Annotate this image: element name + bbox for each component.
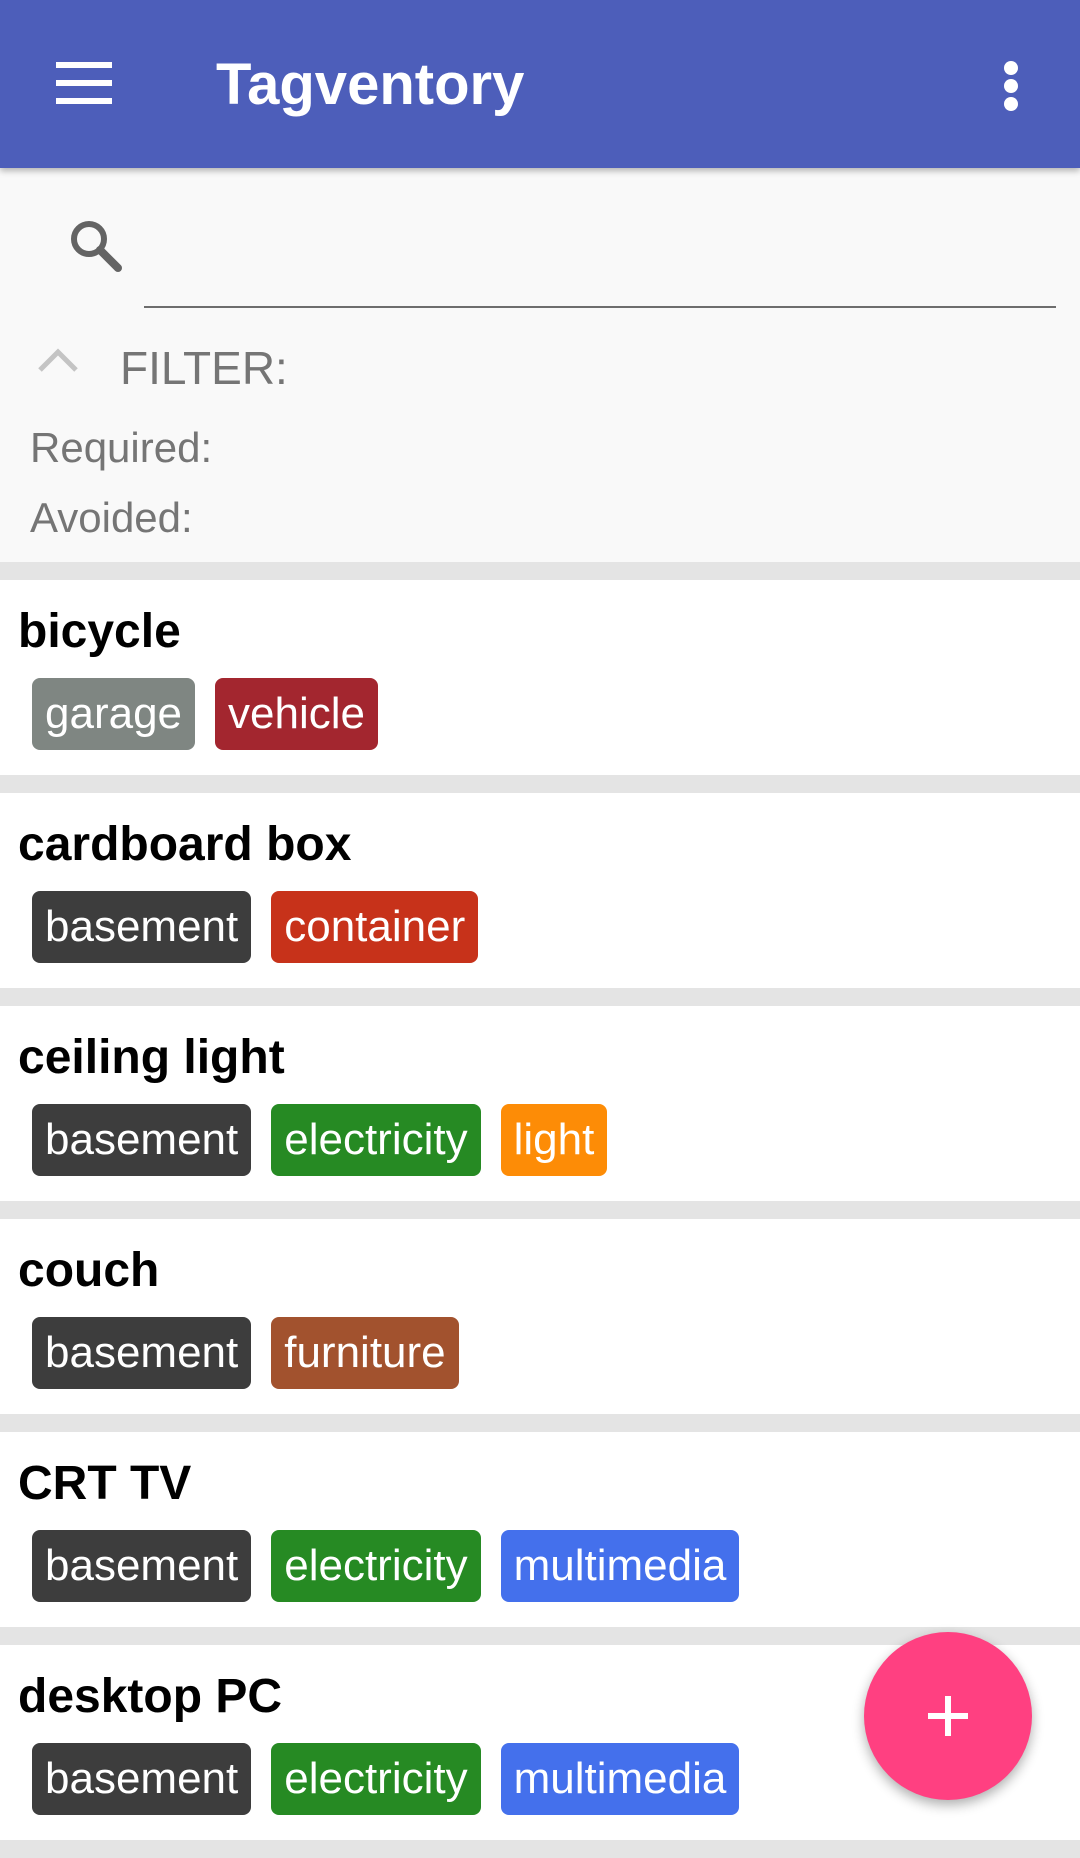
search-filter-panel: FILTER: Required: Avoided:: [0, 168, 1080, 562]
item-name: cardboard box: [18, 818, 352, 871]
tag-chip[interactable]: multimedia: [500, 1743, 740, 1815]
list-item[interactable]: couch basement furniture: [0, 1219, 1080, 1414]
tag-chip[interactable]: basement: [32, 891, 252, 963]
tag-row: basement electricity multimedia: [32, 1530, 740, 1602]
tag-chip[interactable]: basement: [32, 1104, 252, 1176]
tag-row: garage vehicle: [32, 678, 378, 750]
tag-row: basement electricity light: [32, 1104, 608, 1176]
item-name: ceiling light: [18, 1031, 285, 1084]
tag-chip[interactable]: basement: [32, 1317, 252, 1389]
hamburger-menu-icon[interactable]: [56, 62, 112, 104]
tag-chip[interactable]: light: [500, 1104, 608, 1176]
item-name: bicycle: [18, 605, 181, 658]
add-item-button[interactable]: [864, 1632, 1032, 1800]
tag-row: basement electricity multimedia: [32, 1743, 740, 1815]
chevron-up-icon[interactable]: [36, 346, 80, 374]
tag-chip[interactable]: garage: [32, 678, 196, 750]
required-filter-label: Required:: [30, 424, 213, 471]
avoided-filter-label: Avoided:: [30, 494, 193, 541]
item-name: desktop PC: [18, 1670, 283, 1723]
search-input[interactable]: [144, 202, 1056, 308]
more-vert-icon[interactable]: [998, 58, 1030, 114]
tag-chip[interactable]: container: [271, 891, 479, 963]
tag-chip[interactable]: electricity: [271, 1530, 481, 1602]
app-title: Tagventory: [216, 52, 525, 117]
tag-chip[interactable]: multimedia: [500, 1530, 740, 1602]
tag-chip[interactable]: electricity: [271, 1104, 481, 1176]
tag-row: basement furniture: [32, 1317, 459, 1389]
plus-icon: [928, 1696, 968, 1736]
search-icon: [71, 221, 122, 272]
list-item[interactable]: CRT TV basement electricity multimedia: [0, 1432, 1080, 1627]
tag-chip[interactable]: basement: [32, 1743, 252, 1815]
list-item[interactable]: bicycle garage vehicle: [0, 580, 1080, 775]
item-name: CRT TV: [18, 1457, 192, 1510]
list-item[interactable]: cardboard box basement container: [0, 793, 1080, 988]
tag-chip[interactable]: vehicle: [215, 678, 378, 750]
tag-chip[interactable]: basement: [32, 1530, 252, 1602]
tag-chip[interactable]: furniture: [271, 1317, 459, 1389]
filter-label: FILTER:: [120, 342, 288, 394]
app-bar: Tagventory: [0, 0, 1080, 168]
list-item[interactable]: ceiling light basement electricity light: [0, 1006, 1080, 1201]
item-name: couch: [18, 1244, 160, 1297]
tag-row: basement container: [32, 891, 479, 963]
tag-chip[interactable]: electricity: [271, 1743, 481, 1815]
